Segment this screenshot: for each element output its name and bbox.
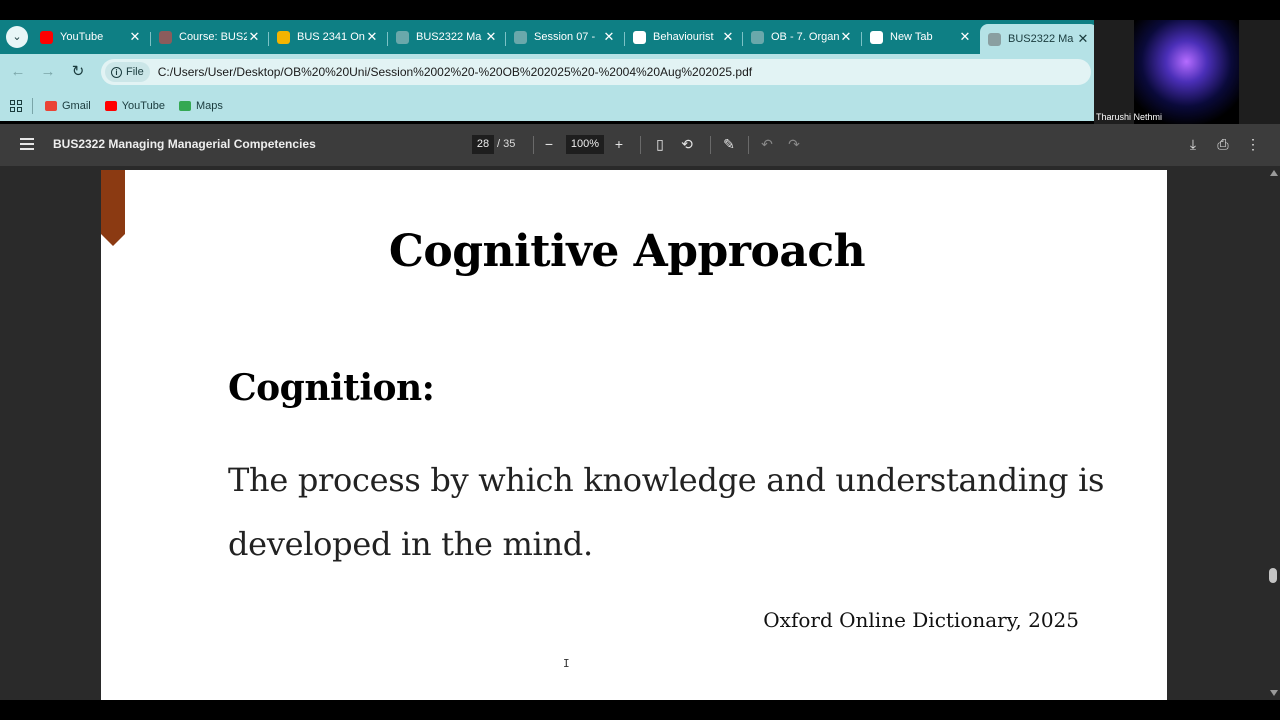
browser-tab[interactable]: BUS2322 Ma ✕ — [388, 24, 506, 50]
close-tab-icon[interactable]: ✕ — [721, 29, 735, 45]
toolbar-divider — [710, 136, 711, 154]
scroll-up-icon[interactable] — [1270, 170, 1278, 176]
bookmark-label: Maps — [195, 99, 223, 112]
zoom-input[interactable]: 100% — [566, 135, 604, 154]
tab-title: BUS 2341 On — [297, 31, 365, 43]
youtube-icon — [40, 30, 53, 44]
tab-title: Behaviourist — [653, 31, 714, 43]
browser-tab[interactable]: BUS2322 Ma ✕ — [980, 24, 1098, 54]
tab-title: OB - 7. Organ — [771, 31, 839, 43]
toolbar-divider — [533, 136, 534, 154]
close-tab-icon[interactable]: ✕ — [1076, 31, 1090, 47]
browser-chrome: ⌄ YouTube ✕ Course: BUS2 ✕ BUS 2341 On ✕ BUS23… — [0, 20, 1098, 121]
back-button[interactable]: ← — [9, 63, 27, 81]
annotate-icon[interactable]: ✎ — [720, 135, 738, 154]
participant-video — [1134, 20, 1239, 124]
screen: ⌄ YouTube ✕ Course: BUS2 ✕ BUS 2341 On ✕ BUS23… — [0, 0, 1280, 720]
definition-text: The process by which knowledge and under… — [228, 461, 1105, 563]
chrome-icon — [870, 30, 883, 44]
pdf-page: Cognitive Approach Cognition: The proces… — [101, 170, 1167, 700]
close-tab-icon[interactable]: ✕ — [958, 29, 972, 45]
tab-title: Session 07 - — [534, 31, 596, 43]
reload-button[interactable]: ↻ — [69, 63, 87, 81]
tab-title: Course: BUS2 — [179, 31, 247, 43]
globe-icon — [514, 30, 527, 44]
bookmark-maps[interactable]: Maps — [178, 99, 223, 112]
youtube-icon — [104, 100, 117, 111]
gmail-icon — [45, 100, 57, 111]
globe-icon — [751, 30, 764, 44]
bookmarks-bar: Gmail YouTube Maps — [0, 90, 1094, 121]
globe-icon — [988, 32, 1001, 46]
document-title: BUS2322 Managing Managerial Competencies — [53, 137, 316, 151]
course-icon — [159, 30, 172, 44]
navigation-row: ← → ↻ i File C:/Users/User/Desktop/OB%20… — [0, 54, 1094, 90]
bookmark-label: Gmail — [62, 99, 91, 112]
tab-strip: ⌄ YouTube ✕ Course: BUS2 ✕ BUS 2341 On ✕ BUS23… — [0, 20, 1098, 54]
browser-tab[interactable]: New Tab ✕ — [862, 24, 980, 50]
video-call-tile: Tharushi Nethmi — [1094, 20, 1280, 124]
tab-title: BUS2322 Ma — [416, 31, 482, 43]
tab-search-button[interactable]: ⌄ — [6, 26, 28, 48]
bookmarks-divider — [32, 97, 33, 114]
pdf-viewer: Cognitive Approach Cognition: The proces… — [0, 166, 1280, 700]
site-info-chip[interactable]: i File — [105, 62, 150, 82]
page-number-input[interactable]: 28 — [472, 135, 494, 154]
print-icon[interactable]: ⎙ — [1214, 135, 1232, 154]
close-tab-icon[interactable]: ✕ — [247, 29, 261, 45]
more-options-icon[interactable]: ⋮ — [1244, 135, 1262, 154]
undo-icon[interactable]: ↶ — [758, 135, 776, 154]
browser-tab[interactable]: YouTube ✕ — [32, 24, 150, 50]
tab-title: New Tab — [890, 31, 933, 43]
scrollbar-thumb[interactable] — [1269, 568, 1277, 583]
vertical-scrollbar[interactable] — [1267, 166, 1280, 700]
tab-title: YouTube — [60, 31, 104, 43]
citation-source: Oxford Online Dictionary, 2025 — [763, 608, 1079, 632]
browser-tab[interactable]: OB - 7. Organ ✕ — [743, 24, 861, 50]
menu-icon[interactable] — [20, 138, 34, 150]
participant-name: Tharushi Nethmi — [1096, 112, 1163, 122]
browser-tab[interactable]: Session 07 - ✕ — [506, 24, 624, 50]
address-bar[interactable]: i File C:/Users/User/Desktop/OB%20%20Uni… — [101, 59, 1091, 85]
fit-page-icon[interactable]: ▯ — [651, 135, 669, 154]
rotate-icon[interactable]: ⟲ — [678, 135, 696, 154]
toolbar-divider — [748, 136, 749, 154]
term-heading: Cognition: — [228, 367, 435, 409]
browser-tab[interactable]: BUS 2341 On ✕ — [269, 24, 387, 50]
close-tab-icon[interactable]: ✕ — [484, 29, 498, 45]
slide-title: Cognitive Approach — [388, 226, 866, 277]
zoom-in-icon[interactable]: + — [610, 135, 628, 154]
globe-icon — [396, 30, 409, 44]
close-tab-icon[interactable]: ✕ — [602, 29, 616, 45]
browser-tab[interactable]: Behaviourist ✕ — [625, 24, 743, 50]
close-tab-icon[interactable]: ✕ — [365, 29, 379, 45]
drive-icon — [277, 30, 290, 44]
bookmark-youtube[interactable]: YouTube — [104, 99, 165, 112]
toolbar-divider — [640, 136, 641, 154]
apps-grid-icon[interactable] — [10, 99, 22, 112]
url-text[interactable]: C:/Users/User/Desktop/OB%20%20Uni/Sessio… — [158, 65, 752, 79]
bookmark-gmail[interactable]: Gmail — [45, 100, 91, 112]
pdf-toolbar: BUS2322 Managing Managerial Competencies… — [0, 124, 1280, 166]
chatgpt-icon — [633, 30, 646, 44]
browser-tab[interactable]: Course: BUS2 ✕ — [151, 24, 269, 50]
download-icon[interactable]: ⤓ — [1184, 135, 1202, 154]
forward-button[interactable]: → — [39, 63, 57, 81]
close-tab-icon[interactable]: ✕ — [839, 29, 853, 45]
scroll-down-icon[interactable] — [1270, 690, 1278, 696]
bookmark-label: YouTube — [121, 99, 165, 112]
info-icon: i — [111, 66, 122, 78]
close-tab-icon[interactable]: ✕ — [128, 29, 142, 45]
text-cursor-icon: I — [563, 657, 570, 670]
tab-title: BUS2322 Ma — [1008, 33, 1074, 45]
site-info-label: File — [126, 66, 144, 78]
redo-icon[interactable]: ↷ — [785, 135, 803, 154]
page-total: / 35 — [497, 138, 516, 150]
zoom-out-icon[interactable]: − — [540, 135, 558, 154]
maps-icon — [178, 100, 191, 111]
